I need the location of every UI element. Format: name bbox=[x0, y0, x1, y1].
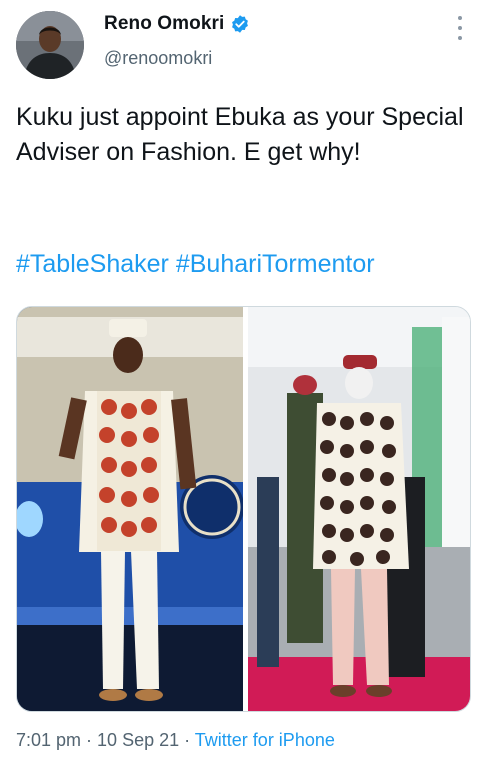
photo-man-on-red-carpet[interactable] bbox=[248, 307, 471, 712]
author-name-row[interactable]: Reno Omokri bbox=[104, 13, 250, 35]
avatar[interactable] bbox=[16, 11, 84, 79]
tweet-source-link[interactable]: Twitter for iPhone bbox=[195, 730, 335, 750]
author-display-name[interactable]: Reno Omokri bbox=[104, 13, 224, 35]
tweet-media[interactable] bbox=[16, 306, 471, 712]
tweet-date[interactable]: 10 Sep 21 bbox=[97, 730, 179, 750]
meta-separator: · bbox=[81, 730, 98, 750]
photo-man-on-stage[interactable] bbox=[17, 307, 244, 712]
meta-separator: · bbox=[179, 730, 195, 750]
tweet-metadata: 7:01 pm · 10 Sep 21 · Twitter for iPhone bbox=[16, 730, 335, 751]
hashtag-row: #TableShaker #BuhariTormentor bbox=[16, 250, 375, 279]
tweet-card: Reno Omokri @renoomokri Kuku just appoin… bbox=[0, 0, 486, 758]
tweet-text: Kuku just appoint Ebuka as your Special … bbox=[16, 103, 464, 166]
hashtag-link[interactable]: #TableShaker bbox=[16, 250, 169, 278]
verified-badge-icon bbox=[230, 14, 250, 34]
more-options-icon[interactable] bbox=[456, 16, 464, 40]
author-handle[interactable]: @renoomokri bbox=[104, 48, 212, 69]
hashtag-link[interactable]: #BuhariTormentor bbox=[176, 250, 375, 278]
tweet-time[interactable]: 7:01 pm bbox=[16, 730, 81, 750]
